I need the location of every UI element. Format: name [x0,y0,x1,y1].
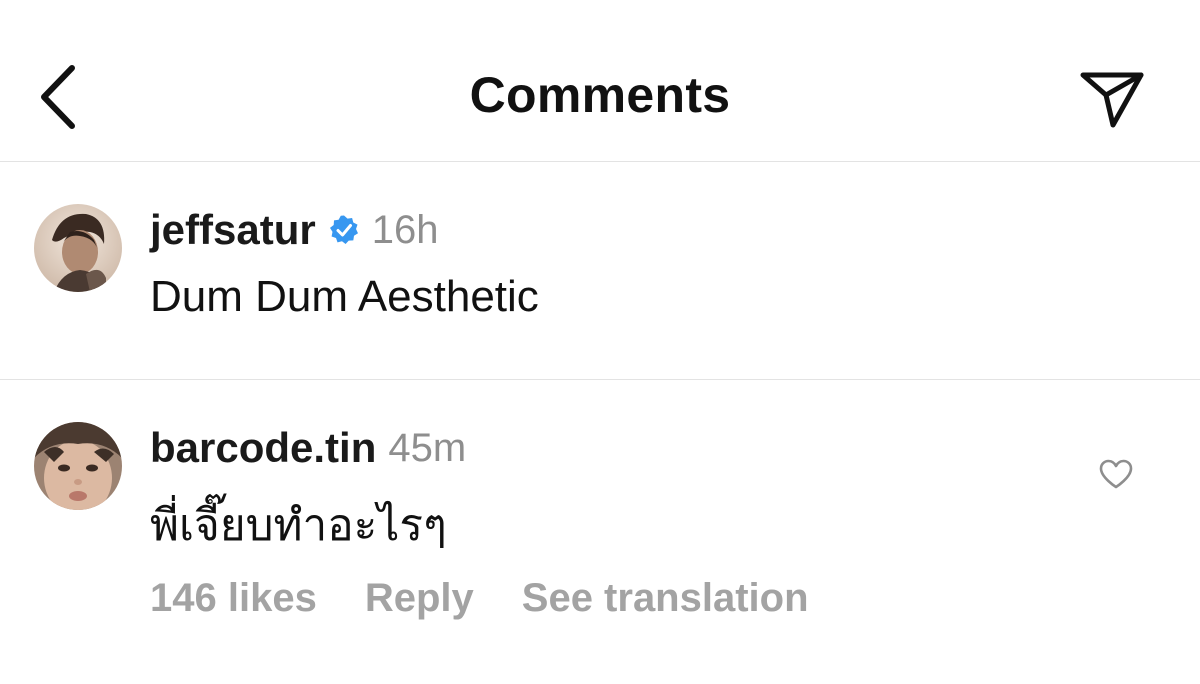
username[interactable]: jeffsatur [150,206,316,254]
comment-meta: jeffsatur 16h [150,206,438,254]
page-title: Comments [469,67,731,123]
comment-item: jeffsatur 16h Dum Dum Aesthetic [0,162,1200,380]
avatar[interactable] [34,422,122,510]
comment-actions: 146 likes Reply See translation [150,576,809,621]
comment-timestamp: 16h [371,207,439,252]
share-button[interactable] [1072,64,1152,134]
comments-header: Comments [0,0,1200,162]
comment-text: พี่เจี๊ยบทำอะไรๆ [150,501,447,550]
heart-outline-icon [1099,459,1133,489]
comment-meta: barcode.tin 45m [150,424,466,472]
paper-plane-icon [1080,72,1144,128]
like-button[interactable] [1096,454,1136,494]
likes-count-button[interactable]: 146 likes [150,576,317,621]
comment-timestamp: 45m [388,425,467,470]
avatar-image [34,422,122,510]
comment-text: Dum Dum Aesthetic [150,272,539,321]
see-translation-button[interactable]: See translation [522,576,809,621]
comment-item: barcode.tin 45m พี่เจี๊ยบทำอะไรๆ 146 lik… [0,380,1200,684]
avatar[interactable] [34,204,122,292]
verified-badge-icon [328,214,360,246]
reply-button[interactable]: Reply [365,576,474,621]
avatar-image [34,204,122,292]
username[interactable]: barcode.tin [150,424,376,472]
